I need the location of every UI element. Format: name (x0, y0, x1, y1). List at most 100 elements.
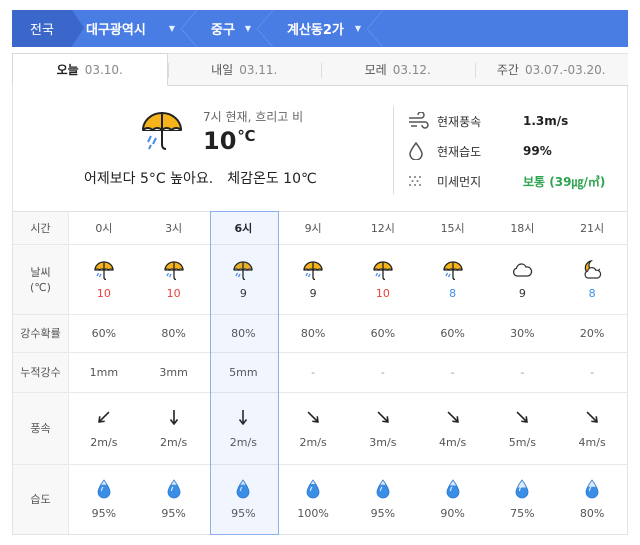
hour-cell: 9시 (278, 212, 348, 244)
wind-cell: 4m/s (557, 393, 627, 464)
wind-cell: 2m/s (69, 393, 139, 464)
humidity-value: 95% (161, 507, 186, 520)
tab-tomorrow[interactable]: 내일 03.11. (167, 53, 321, 85)
row-weather: 날씨 (℃) 10 10 9 9 10 8 9 8 (13, 244, 627, 314)
hour-cell: 21시 (557, 212, 627, 244)
tab-label: 오늘 (56, 63, 79, 77)
precip-prob-cell: 30% (488, 315, 558, 352)
precip-amt-cell: 5mm (209, 353, 279, 392)
humidity-cell: 95% (209, 465, 279, 534)
droplet-icon (407, 141, 429, 161)
droplet-icon (96, 479, 112, 499)
humidity-cell: 95% (69, 465, 139, 534)
row-label-precip-amt: 누적강수 (13, 353, 69, 392)
current-temp-unit: ℃ (237, 127, 256, 145)
breadcrumb-district-dropdown[interactable]: 중구 ▼ (197, 10, 273, 47)
precip-prob-value: 20% (579, 327, 605, 340)
tab-date: 03.11. (239, 62, 278, 77)
row-label-weather: 날씨 (℃) (13, 245, 69, 314)
wind-direction-arrow-icon (234, 408, 252, 426)
weather-cell: 10 (139, 245, 209, 314)
wind-direction-arrow-icon (95, 408, 113, 426)
precip-amt-value: 3mm (159, 366, 188, 379)
breadcrumb-district-label: 중구 (211, 23, 235, 38)
tab-label: 내일 (211, 63, 234, 77)
precip-prob-value: 60% (370, 327, 396, 340)
breadcrumb-dong-dropdown[interactable]: 계산동2가 ▼ (273, 10, 383, 47)
hour-cell: 3시 (139, 212, 209, 244)
precip-prob-cell: 60% (348, 315, 418, 352)
breadcrumb-home[interactable]: 전국 (12, 10, 84, 47)
tab-today[interactable]: 오늘 03.10. (12, 53, 168, 86)
weather-cell: 9 (278, 245, 348, 314)
temp-value: 8 (449, 287, 457, 300)
temp-value: 9 (518, 287, 526, 300)
precip-amt-cell: - (557, 353, 627, 392)
wind-cell: 2m/s (278, 393, 348, 464)
compare-yesterday: 어제보다 5°C 높아요. (84, 171, 214, 187)
hour-cell: 18시 (488, 212, 558, 244)
umbrella-rain-icon (163, 259, 185, 281)
wind-direction-arrow-icon (583, 408, 601, 426)
weather-cell: 10 (69, 245, 139, 314)
wind-icon (407, 111, 429, 130)
hour-label: 15시 (440, 222, 465, 235)
wind-cell: 2m/s (139, 393, 209, 464)
dust-label: 미세먼지 (437, 174, 482, 189)
tab-date: 03.10. (84, 62, 123, 77)
droplet-icon (166, 479, 182, 499)
weather-cell: 9 (209, 245, 279, 314)
tab-day-after[interactable]: 모레 03.12. (321, 53, 475, 85)
tab-weekly[interactable]: 주간 03.07.-03.20. (474, 53, 628, 85)
humidity-cell: 90% (418, 465, 488, 534)
wind-speed-value: 2m/s (160, 436, 188, 449)
precip-amt-value: - (311, 366, 316, 379)
precip-amt-value: - (380, 366, 385, 379)
hour-label: 21시 (580, 222, 605, 235)
humidity-value: 95% (370, 507, 396, 520)
humidity-value: 90% (440, 507, 465, 520)
tab-label: 주간 (496, 63, 519, 77)
wind-direction-arrow-icon (304, 408, 322, 426)
current-temperature: 10℃ (203, 127, 256, 155)
temp-value: 9 (239, 287, 247, 300)
hour-label: 3시 (165, 222, 183, 235)
wind-direction-arrow-icon (444, 408, 462, 426)
weather-label: 날씨 (30, 265, 51, 279)
precip-amt-cell: - (418, 353, 488, 392)
hour-label: 18시 (510, 222, 535, 235)
precip-prob-value: 80% (300, 327, 326, 340)
hour-cell: 12시 (348, 212, 418, 244)
precip-prob-value: 30% (510, 327, 535, 340)
precip-amt-value: - (590, 366, 595, 379)
wind-speed-value: 4m/s (578, 436, 606, 449)
humidity-cell: 80% (557, 465, 627, 534)
breadcrumb-city-label: 대구광역시 (86, 23, 146, 38)
hour-cell: 0시 (69, 212, 139, 244)
humidity-value: 99% (523, 144, 552, 158)
hour-cell: 6시 (209, 212, 279, 244)
precip-prob-value: 60% (440, 327, 465, 340)
humidity-cell: 95% (139, 465, 209, 534)
weather-cell: 9 (488, 245, 558, 314)
row-label-humidity: 습도 (13, 465, 69, 534)
precip-prob-value: 80% (231, 327, 256, 340)
precip-prob-cell: 80% (139, 315, 209, 352)
wind-speed-value: 4m/s (439, 436, 467, 449)
wind-direction-arrow-icon (165, 408, 183, 426)
precip-amt-cell: - (488, 353, 558, 392)
droplet-icon (375, 479, 391, 499)
precip-prob-cell: 80% (278, 315, 348, 352)
temp-value: 8 (588, 287, 596, 300)
dust-icon (407, 172, 429, 190)
chevron-down-icon: ▼ (354, 24, 361, 33)
precip-prob-cell: 20% (557, 315, 627, 352)
breadcrumb-city-dropdown[interactable]: 대구광역시 ▼ (72, 10, 197, 47)
droplet-icon (584, 479, 600, 499)
wind-value: 1.3m/s (523, 114, 569, 128)
precip-prob-value: 80% (161, 327, 186, 340)
wind-cell: 3m/s (348, 393, 418, 464)
current-description: 7시 현재, 흐리고 비 (203, 110, 304, 124)
precip-amt-value: - (450, 366, 455, 379)
umbrella-rain-icon (372, 259, 394, 281)
